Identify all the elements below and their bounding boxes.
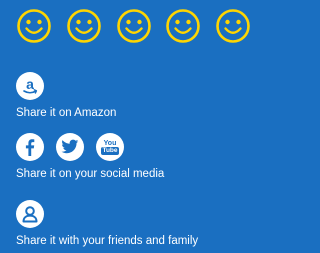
twitter-icon[interactable] [56, 133, 84, 161]
svg-text:a: a [26, 76, 34, 92]
friends-share-label: Share it with your friends and family [16, 235, 199, 247]
amazon-icon-row: a [16, 72, 116, 100]
smiley-icon[interactable] [66, 8, 102, 44]
smiley-icon[interactable] [215, 8, 251, 44]
youtube-tube-text: Tube [100, 146, 120, 155]
social-icon-row: You Tube [16, 133, 164, 161]
person-icon[interactable] [16, 200, 44, 228]
smiley-icon[interactable] [165, 8, 201, 44]
smiley-icon[interactable] [116, 8, 152, 44]
friends-share-section: Share it with your friends and family [16, 200, 198, 248]
youtube-icon[interactable]: You Tube [96, 133, 124, 161]
friends-icon-row [16, 200, 198, 228]
social-share-section: You Tube Share it on your social media [16, 133, 164, 181]
amazon-icon[interactable]: a [16, 72, 44, 100]
amazon-share-section: a Share it on Amazon [16, 72, 116, 120]
social-share-label: Share it on your social media [16, 168, 165, 180]
facebook-icon[interactable] [16, 133, 44, 161]
youtube-logo: You Tube [100, 139, 120, 155]
amazon-share-label: Share it on Amazon [16, 107, 117, 119]
smiley-icon[interactable] [16, 8, 52, 44]
youtube-you-text: You [103, 139, 117, 147]
rating-smileys [16, 8, 251, 44]
